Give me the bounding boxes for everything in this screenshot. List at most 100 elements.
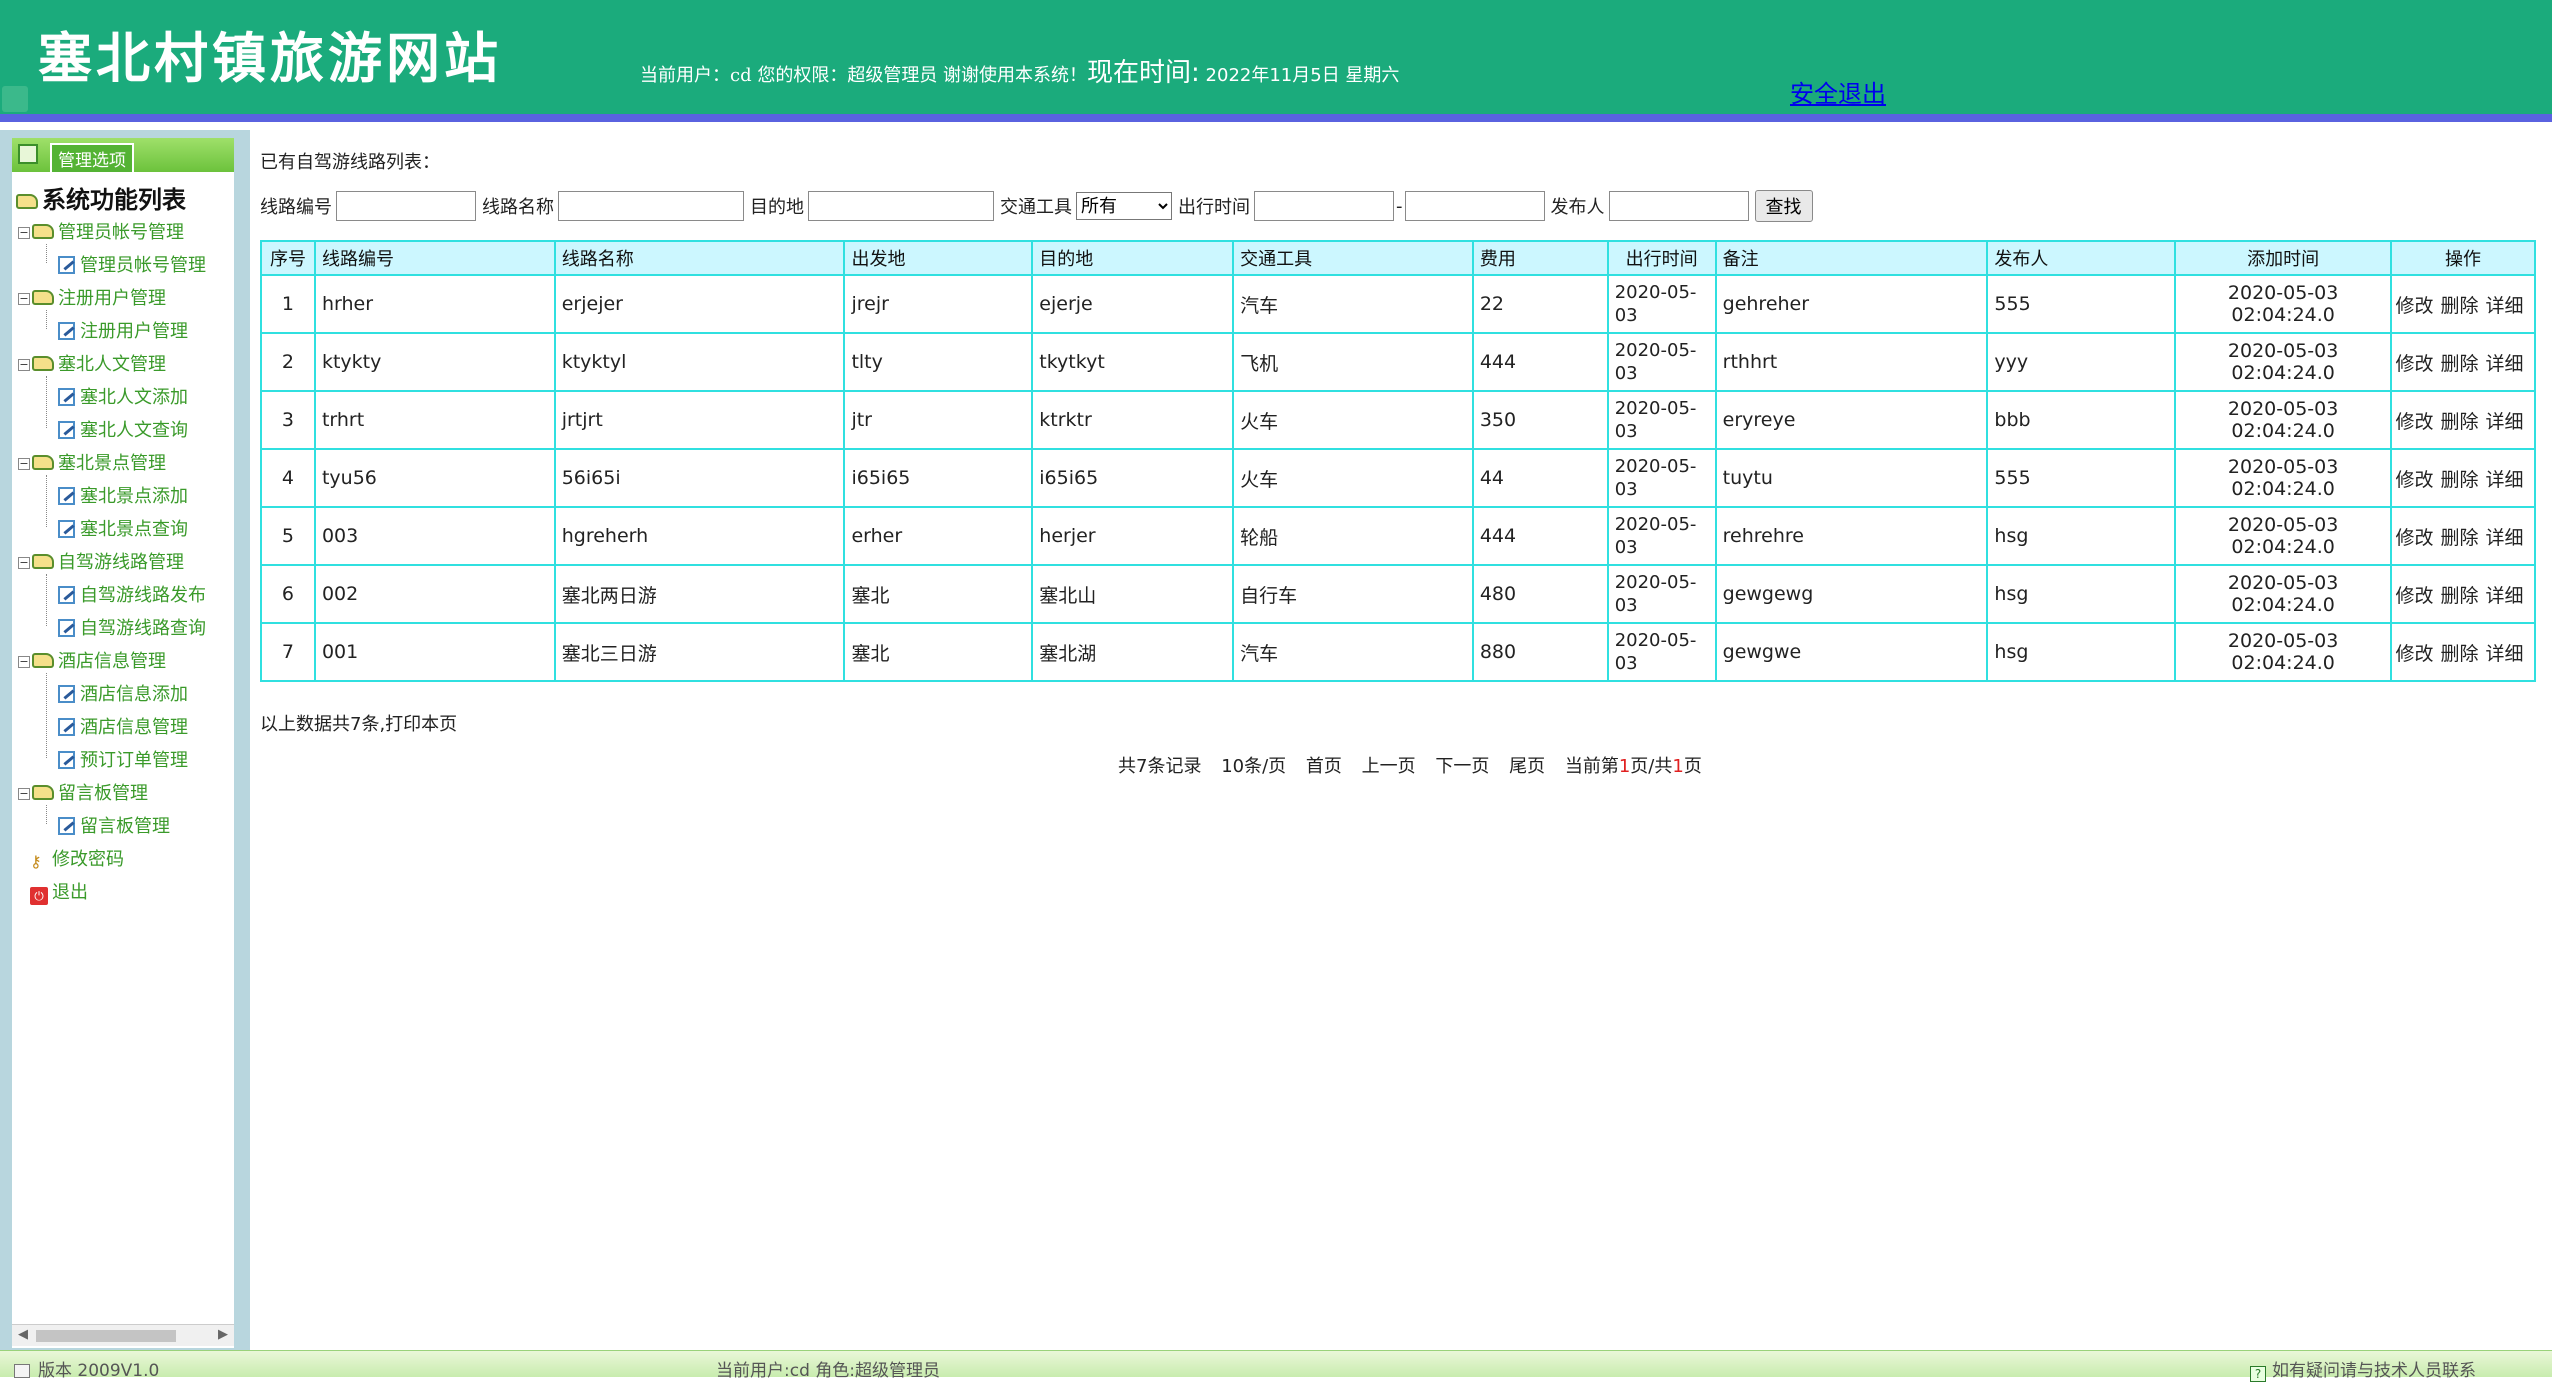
col-header-added: 添加时间 [2174,240,2393,276]
sidebar-item-5-1[interactable]: 酒店信息管理 [58,713,188,739]
sidebar-item-label: 自驾游线路发布 [80,585,206,606]
cell-cost: 444 [1471,332,1609,392]
cell-no: 5 [260,506,316,566]
route-name-input[interactable] [558,191,744,221]
delete-link[interactable]: 删除 [2441,295,2479,317]
scrollbar-thumb[interactable] [36,1330,176,1342]
edit-link[interactable]: 修改 [2396,411,2434,433]
scroll-left-icon[interactable]: ◀ [18,1327,28,1342]
tree-connector [46,310,47,329]
delete-link[interactable]: 删除 [2441,469,2479,491]
sidebar-group-3[interactable]: − 塞北景点管理 [18,449,166,475]
sidebar-item-4-1[interactable]: 自驾游线路查询 [58,614,206,640]
cell-no: 2 [260,332,316,392]
sidebar-horizontal-scrollbar[interactable]: ◀ ▶ [12,1324,234,1346]
sidebar-item-2-1[interactable]: 塞北人文查询 [58,416,188,442]
sidebar-group-6[interactable]: − 留言板管理 [18,779,148,805]
cell-name: jrtjrt [553,390,846,450]
prev-page-link[interactable]: 上一页 [1362,756,1416,777]
site-title: 塞北村镇旅游网站 [38,26,502,90]
cell-to: 塞北山 [1031,564,1235,624]
edit-link[interactable]: 修改 [2396,469,2434,491]
edit-link[interactable]: 修改 [2396,643,2434,665]
cell-publisher: hsg [1986,564,2177,624]
last-page-link[interactable]: 尾页 [1509,756,1545,777]
sidebar-item-exit[interactable]: ⏻ 退出 [30,878,88,905]
sidebar-item-label: 酒店信息添加 [80,684,188,705]
sidebar-item-label: 管理员帐号管理 [80,255,206,276]
sidebar-item-0-0[interactable]: 管理员帐号管理 [58,251,206,277]
per-page: 10条/页 [1221,756,1287,777]
delete-link[interactable]: 删除 [2441,643,2479,665]
route-no-input[interactable] [336,191,476,221]
sidebar-group-4[interactable]: − 自驾游线路管理 [18,548,184,574]
detail-link[interactable]: 详细 [2486,295,2524,317]
edit-link[interactable]: 修改 [2396,353,2434,375]
col-header-ops: 操作 [2390,240,2536,276]
transport-select[interactable]: 所有 [1076,192,1172,220]
sidebar-item-5-2[interactable]: 预订订单管理 [58,746,188,772]
sidebar-group-label: 管理员帐号管理 [58,222,184,243]
cell-transport: 汽车 [1232,622,1474,682]
tree-connector [46,475,47,527]
collapse-toggle-icon[interactable]: − [18,557,30,569]
edit-link[interactable]: 修改 [2396,585,2434,607]
detail-link[interactable]: 详细 [2486,527,2524,549]
cell-cost: 350 [1471,390,1609,450]
sidebar-group-5[interactable]: − 酒店信息管理 [18,647,166,673]
edit-link[interactable]: 修改 [2396,527,2434,549]
sidebar-item-label: 注册用户管理 [80,321,188,342]
detail-link[interactable]: 详细 [2486,353,2524,375]
cell-ops: 修改 删除 详细 [2390,622,2536,682]
collapse-toggle-icon[interactable]: − [18,656,30,668]
sidebar-group-1[interactable]: − 注册用户管理 [18,284,166,310]
col-header-code: 线路编号 [313,240,556,276]
detail-link[interactable]: 详细 [2486,643,2524,665]
detail-link[interactable]: 详细 [2486,411,2524,433]
edit-link[interactable]: 修改 [2396,295,2434,317]
detail-link[interactable]: 详细 [2486,469,2524,491]
sidebar-item-3-1[interactable]: 塞北景点查询 [58,515,188,541]
folder-open-icon [32,554,54,569]
sidebar-group-0[interactable]: − 管理员帐号管理 [18,218,184,244]
cell-note: gewgwe [1714,622,1989,682]
folder-open-icon [16,194,38,209]
depart-time-start-input[interactable] [1254,191,1394,221]
collapse-toggle-icon[interactable]: − [18,359,30,371]
sidebar-item-5-0[interactable]: 酒店信息添加 [58,680,188,706]
power-icon: ⏻ [30,887,48,905]
delete-link[interactable]: 删除 [2441,527,2479,549]
sidebar-item-1-0[interactable]: 注册用户管理 [58,317,188,343]
cell-name: 56i65i [553,448,846,508]
safe-logout-link[interactable]: 安全退出 [1790,74,1886,109]
scroll-right-icon[interactable]: ▶ [218,1327,228,1342]
collapse-toggle-icon[interactable]: − [18,458,30,470]
collapse-toggle-icon[interactable]: − [18,293,30,305]
delete-link[interactable]: 删除 [2441,411,2479,433]
depart-time-end-input[interactable] [1404,191,1545,221]
cell-transport: 轮船 [1232,506,1474,566]
sidebar-item-change-password[interactable]: ⚷ 修改密码 [30,845,124,871]
cell-ops: 修改 删除 详细 [2390,506,2536,566]
sidebar-item-4-0[interactable]: 自驾游线路发布 [58,581,206,607]
detail-link[interactable]: 详细 [2486,585,2524,607]
sidebar-item-3-0[interactable]: 塞北景点添加 [58,482,188,508]
cell-note: eryreye [1714,390,1989,450]
next-page-link[interactable]: 下一页 [1435,756,1489,777]
publisher-input[interactable] [1608,191,1749,221]
cell-no: 6 [260,564,316,624]
cell-transport: 自行车 [1232,564,1474,624]
cell-cost: 880 [1471,622,1609,682]
first-page-link[interactable]: 首页 [1306,756,1342,777]
delete-link[interactable]: 删除 [2441,585,2479,607]
destination-label: 目的地 [750,197,804,218]
sidebar-item-6-0[interactable]: 留言板管理 [58,812,170,838]
search-button[interactable]: 查找 [1754,190,1813,222]
collapse-toggle-icon[interactable]: − [18,227,30,239]
delete-link[interactable]: 删除 [2441,353,2479,375]
sidebar-group-2[interactable]: − 塞北人文管理 [18,350,166,376]
collapse-toggle-icon[interactable]: − [18,788,30,800]
sidebar-item-2-0[interactable]: 塞北人文添加 [58,383,188,409]
cell-transport: 火车 [1232,448,1474,508]
destination-input[interactable] [808,191,994,221]
